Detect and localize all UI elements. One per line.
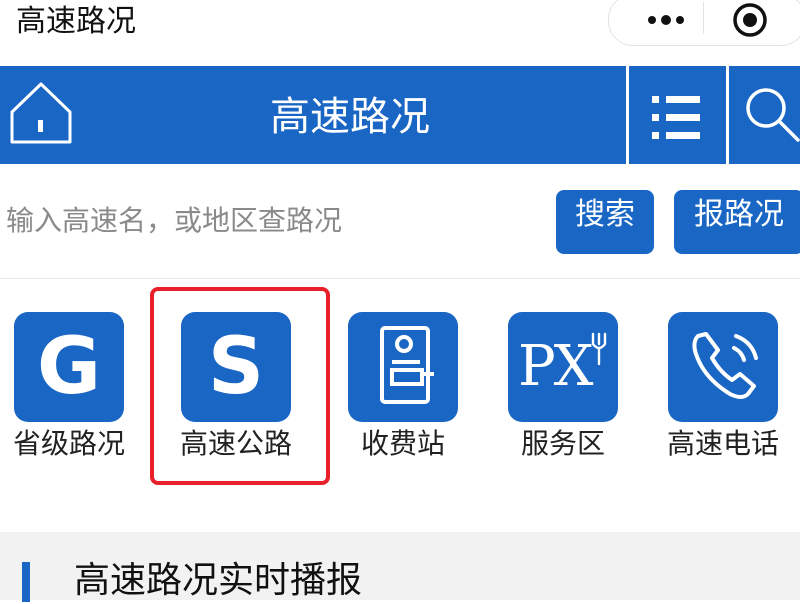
section-accent-bar — [22, 562, 30, 602]
search-icon — [746, 88, 800, 142]
list-icon — [652, 96, 700, 139]
toll-booth-icon — [380, 326, 434, 404]
broadcast-title: 高速路况实时播报 — [74, 560, 363, 601]
g-letter-icon: G — [36, 322, 102, 412]
header-search-button[interactable] — [742, 84, 800, 144]
more-options-button[interactable] — [634, 4, 694, 34]
phone-icon — [692, 332, 758, 399]
provincial-traffic-label: 省级路况 — [12, 427, 125, 460]
highlight-annotation — [150, 287, 330, 485]
home-button[interactable] — [8, 80, 74, 146]
expressway-phone-tile[interactable] — [668, 312, 778, 422]
search-button[interactable]: 搜索 — [556, 190, 654, 254]
header-divider — [626, 66, 629, 164]
fork-icon — [591, 332, 607, 366]
more-dots-icon — [648, 15, 684, 25]
provincial-traffic-tile[interactable]: G — [14, 312, 124, 422]
toll-station-label: 收费站 — [360, 427, 445, 460]
px-letter-icon: PX — [518, 334, 594, 399]
menu-button[interactable] — [646, 88, 706, 146]
app-title: 高速路况 — [16, 4, 136, 39]
expressway-phone-label: 高速电话 — [666, 427, 779, 460]
search-input[interactable] — [0, 188, 546, 252]
home-icon — [10, 82, 72, 144]
page-title: 高速路况 — [270, 94, 430, 140]
report-traffic-button[interactable]: 报路况 — [674, 190, 800, 254]
header-divider — [726, 66, 729, 164]
target-icon — [733, 3, 767, 37]
toll-station-tile[interactable] — [348, 312, 458, 422]
close-button[interactable] — [732, 2, 768, 38]
service-area-tile[interactable]: PX — [508, 312, 618, 422]
capsule-divider — [703, 2, 704, 34]
service-area-label: 服务区 — [520, 427, 605, 460]
